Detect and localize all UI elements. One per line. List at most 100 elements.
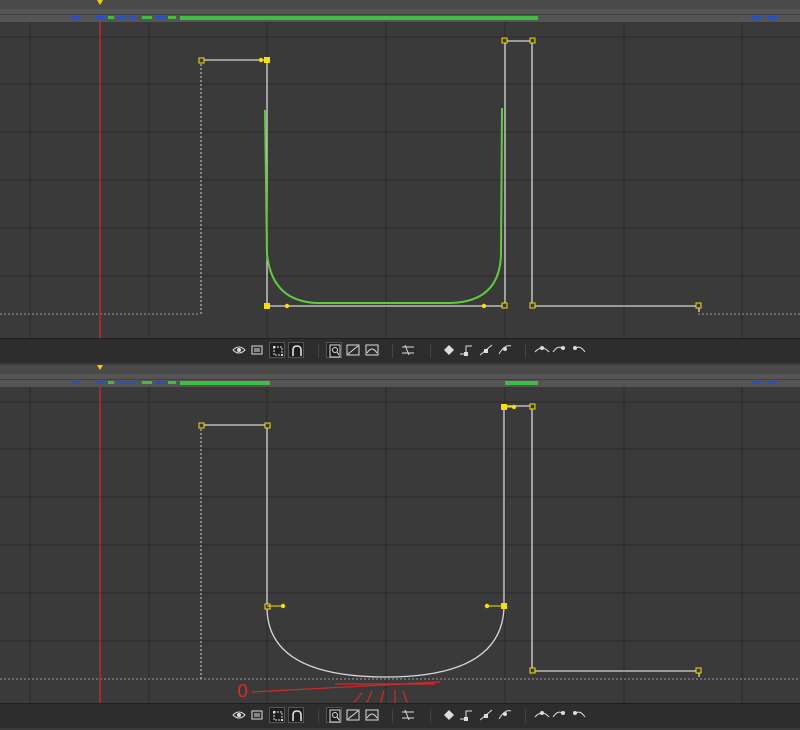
convert-to-linear-button[interactable] bbox=[478, 707, 494, 723]
linear-icon bbox=[479, 709, 493, 721]
graph-options-icon bbox=[251, 345, 263, 355]
keyframe[interactable] bbox=[695, 302, 702, 309]
fit-selection-button[interactable] bbox=[345, 707, 361, 723]
graph-options-button[interactable] bbox=[249, 707, 265, 723]
fit-selection-button[interactable] bbox=[345, 342, 361, 358]
edit-keyframe-button[interactable] bbox=[441, 342, 457, 358]
bezier-handle[interactable] bbox=[258, 57, 264, 63]
auto-zoom-button[interactable] bbox=[326, 707, 342, 723]
toolbar-separator bbox=[318, 344, 319, 358]
hold-icon bbox=[460, 345, 472, 356]
easy-ease-out-icon bbox=[573, 346, 586, 353]
keyframe[interactable] bbox=[264, 303, 270, 309]
convert-to-hold-button[interactable] bbox=[458, 707, 474, 723]
separate-dimensions-icon bbox=[402, 709, 414, 721]
easy-ease-out-button[interactable] bbox=[570, 707, 586, 723]
fit-all-icon bbox=[365, 344, 379, 356]
linear-icon bbox=[479, 344, 493, 356]
auto-zoom-height-icon bbox=[329, 709, 341, 723]
graph-options-icon bbox=[251, 710, 263, 720]
bezier-handle[interactable] bbox=[284, 303, 290, 309]
keyframe[interactable] bbox=[529, 667, 536, 674]
keyframe[interactable] bbox=[529, 37, 536, 44]
keyframes[interactable] bbox=[198, 403, 702, 674]
grid bbox=[0, 22, 800, 338]
edit-keyframe-icon bbox=[444, 710, 454, 720]
easy-ease-in-icon bbox=[552, 346, 565, 353]
easy-ease-in-button[interactable] bbox=[552, 342, 568, 358]
fit-selection-icon bbox=[346, 709, 360, 721]
work-area-bar[interactable] bbox=[180, 381, 270, 385]
auto-bezier-icon bbox=[498, 710, 512, 720]
separate-dimensions-button[interactable] bbox=[400, 342, 416, 358]
easy-ease-button[interactable] bbox=[534, 342, 550, 358]
easy-ease-out-button[interactable] bbox=[570, 342, 586, 358]
bezier-handle[interactable] bbox=[484, 603, 490, 609]
graph-area[interactable] bbox=[0, 22, 800, 338]
toolbar-separator bbox=[318, 709, 319, 723]
work-area-bar[interactable] bbox=[180, 16, 538, 20]
keyframe[interactable] bbox=[529, 302, 536, 309]
separate-dimensions-button[interactable] bbox=[400, 707, 416, 723]
toolbar-separator bbox=[392, 344, 393, 358]
keyframe[interactable] bbox=[198, 57, 205, 64]
bezier-handle[interactable] bbox=[511, 404, 517, 410]
eye-icon bbox=[232, 346, 246, 354]
keyframe[interactable] bbox=[501, 37, 508, 44]
graph-options-button[interactable] bbox=[249, 342, 265, 358]
toolbar-separator bbox=[392, 709, 393, 723]
show-properties-button[interactable] bbox=[231, 342, 247, 358]
keyframe[interactable] bbox=[264, 422, 271, 429]
eye-icon bbox=[232, 711, 246, 719]
timebar[interactable] bbox=[0, 365, 800, 387]
fit-all-button[interactable] bbox=[364, 342, 380, 358]
speed-graph[interactable] bbox=[264, 107, 503, 304]
transform-box-button[interactable] bbox=[269, 342, 285, 358]
convert-to-hold-button[interactable] bbox=[458, 342, 474, 358]
auto-zoom-height-icon bbox=[329, 344, 341, 358]
bezier-handle[interactable] bbox=[280, 603, 286, 609]
timebar[interactable] bbox=[0, 0, 800, 22]
keyframe[interactable] bbox=[529, 403, 536, 410]
convert-to-auto-bezier-button[interactable] bbox=[497, 707, 513, 723]
hold-icon bbox=[460, 710, 472, 721]
show-properties-button[interactable] bbox=[231, 707, 247, 723]
keyframe[interactable] bbox=[501, 302, 508, 309]
snap-button[interactable] bbox=[288, 707, 304, 723]
snap-icon bbox=[292, 710, 302, 721]
keyframe[interactable] bbox=[198, 422, 205, 429]
graph-area[interactable] bbox=[0, 387, 800, 703]
keyframe[interactable] bbox=[264, 57, 270, 63]
easy-ease-in-icon bbox=[552, 711, 565, 718]
graph-toolbar bbox=[0, 338, 800, 363]
convert-to-auto-bezier-button[interactable] bbox=[497, 342, 513, 358]
edit-keyframe-button[interactable] bbox=[441, 707, 457, 723]
easy-ease-icon bbox=[534, 711, 550, 718]
work-area-bar[interactable] bbox=[505, 381, 538, 385]
easy-ease-in-button[interactable] bbox=[552, 707, 568, 723]
toolbar-separator bbox=[525, 709, 526, 723]
grid bbox=[0, 387, 800, 703]
transform-box-icon bbox=[273, 346, 283, 356]
graph-editor-bottom: 0 bbox=[0, 365, 800, 730]
toolbar-separator bbox=[430, 709, 431, 723]
keyframes[interactable] bbox=[198, 37, 702, 309]
bezier-handles[interactable] bbox=[258, 57, 487, 309]
separate-dimensions-icon bbox=[402, 344, 414, 356]
transform-box-button[interactable] bbox=[269, 707, 285, 723]
convert-to-linear-button[interactable] bbox=[478, 342, 494, 358]
easy-ease-out-icon bbox=[573, 711, 586, 718]
fit-all-button[interactable] bbox=[364, 707, 380, 723]
toolbar-separator bbox=[525, 344, 526, 358]
auto-zoom-button[interactable] bbox=[326, 342, 342, 358]
auto-bezier-icon bbox=[498, 345, 512, 355]
snap-button[interactable] bbox=[288, 342, 304, 358]
bezier-handles[interactable] bbox=[267, 404, 517, 609]
bezier-handle[interactable] bbox=[481, 303, 487, 309]
fit-selection-icon bbox=[346, 344, 360, 356]
keyframe[interactable] bbox=[695, 667, 702, 674]
toolbar-separator bbox=[430, 344, 431, 358]
fit-all-icon bbox=[365, 709, 379, 721]
easy-ease-icon bbox=[534, 346, 550, 353]
easy-ease-button[interactable] bbox=[534, 707, 550, 723]
